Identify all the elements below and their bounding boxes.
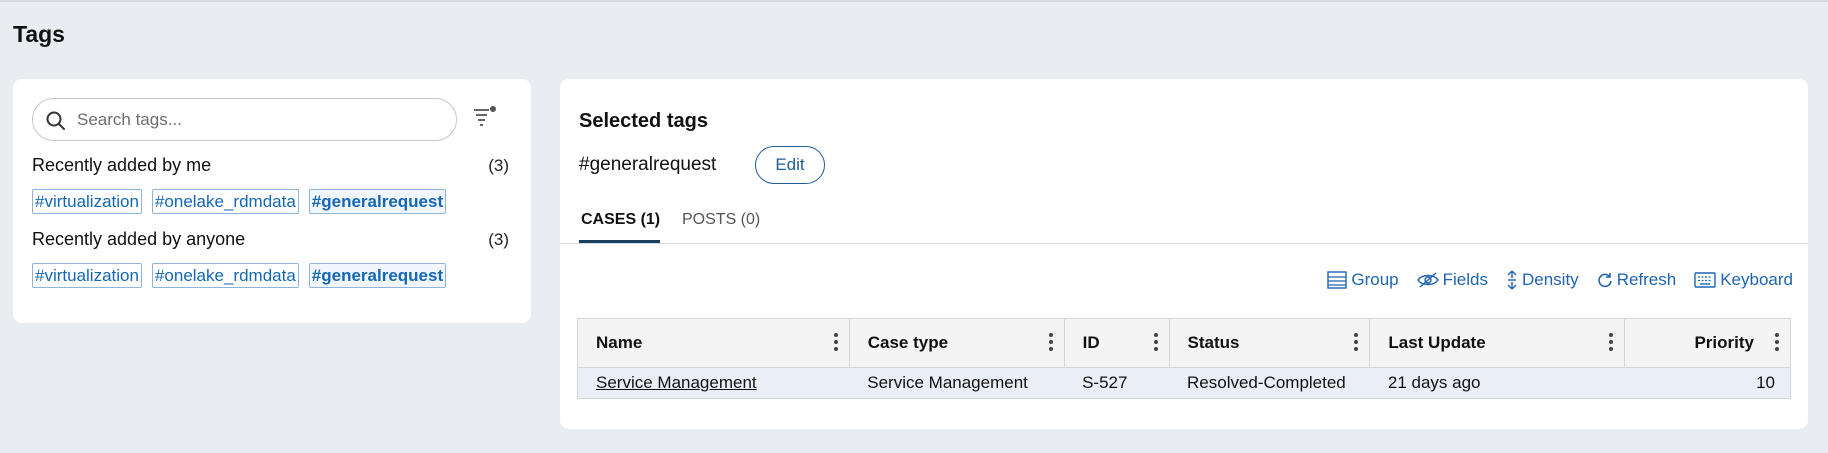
cell-priority: 10 <box>1624 367 1791 399</box>
kebab-icon[interactable] <box>833 333 839 355</box>
filter-button[interactable] <box>472 104 498 130</box>
page-title: Tags <box>13 21 65 47</box>
kebab-icon[interactable] <box>1048 333 1054 355</box>
tab-cases[interactable]: CASES (1) <box>581 211 660 229</box>
table-toolbar: Group Fields Density Refresh Keyboard <box>1327 270 1793 290</box>
density-button[interactable]: Density <box>1506 270 1579 290</box>
cases-table: Name Case type ID Status Last Update Pri… <box>577 318 1791 399</box>
fields-icon <box>1416 272 1439 288</box>
column-header-priority[interactable]: Priority <box>1624 318 1791 368</box>
section-count-recent-anyone: (3) <box>488 230 509 249</box>
cell-name: Service Management <box>577 367 850 399</box>
kebab-icon[interactable] <box>1608 333 1614 355</box>
selected-tags-title: Selected tags <box>579 110 708 132</box>
column-header-name[interactable]: Name <box>577 318 850 368</box>
refresh-button[interactable]: Refresh <box>1597 270 1677 290</box>
keyboard-button[interactable]: Keyboard <box>1694 270 1793 290</box>
kebab-icon[interactable] <box>1353 333 1359 355</box>
density-label: Density <box>1522 270 1579 289</box>
cell-last-update: 21 days ago <box>1369 367 1625 399</box>
tabs-divider <box>560 243 1808 244</box>
chip-list-recent-anyone: #virtualization #onelake_rdmdata #genera… <box>32 263 447 288</box>
tag-chip-selected[interactable]: #generalrequest <box>308 189 447 214</box>
tag-chip[interactable]: #virtualization <box>32 189 142 214</box>
refresh-label: Refresh <box>1616 270 1677 289</box>
group-icon <box>1327 271 1348 289</box>
selected-tags-panel: Selected tags #generalrequest Edit CASES… <box>560 79 1808 429</box>
case-link[interactable]: Service Management <box>596 373 757 392</box>
top-divider <box>0 0 1828 2</box>
tag-chip[interactable]: #virtualization <box>32 263 142 288</box>
table-row: Service Management Service Management S-… <box>577 367 1791 399</box>
keyboard-label: Keyboard <box>1720 270 1793 289</box>
tag-chip[interactable]: #onelake_rdmdata <box>151 189 299 214</box>
search-box[interactable] <box>32 98 457 141</box>
cell-status: Resolved-Completed <box>1169 367 1370 399</box>
tag-chip[interactable]: #onelake_rdmdata <box>151 263 299 288</box>
section-label-recent-me: Recently added by me <box>32 155 212 175</box>
group-button[interactable]: Group <box>1327 270 1399 290</box>
chip-list-recent-me: #virtualization #onelake_rdmdata #genera… <box>32 189 447 214</box>
search-icon <box>46 111 65 130</box>
tab-posts[interactable]: POSTS (0) <box>682 211 760 229</box>
filter-icon <box>474 106 496 126</box>
cell-id: S-527 <box>1064 367 1170 399</box>
selected-tag-value: #generalrequest <box>579 154 717 175</box>
table-header-row: Name Case type ID Status Last Update Pri… <box>577 318 1791 368</box>
search-input[interactable] <box>77 107 447 133</box>
tag-browser-panel: Recently added by me (3) #virtualization… <box>13 79 531 323</box>
edit-button[interactable]: Edit <box>755 146 825 184</box>
tag-chip-selected[interactable]: #generalrequest <box>308 263 447 288</box>
column-header-case-type[interactable]: Case type <box>848 318 1065 368</box>
density-icon <box>1507 270 1517 290</box>
keyboard-icon <box>1694 272 1716 288</box>
section-label-recent-anyone: Recently added by anyone <box>32 229 246 249</box>
column-header-status[interactable]: Status <box>1168 318 1371 368</box>
column-header-id[interactable]: ID <box>1063 318 1170 368</box>
kebab-icon[interactable] <box>1153 333 1159 355</box>
group-label: Group <box>1351 270 1399 289</box>
refresh-icon <box>1597 273 1612 288</box>
section-count-recent-me: (3) <box>488 156 509 175</box>
kebab-icon[interactable] <box>1774 333 1780 355</box>
fields-label: Fields <box>1442 270 1488 289</box>
column-header-last-update[interactable]: Last Update <box>1369 318 1626 368</box>
fields-button[interactable]: Fields <box>1416 270 1488 290</box>
cell-case-type: Service Management <box>849 367 1065 399</box>
